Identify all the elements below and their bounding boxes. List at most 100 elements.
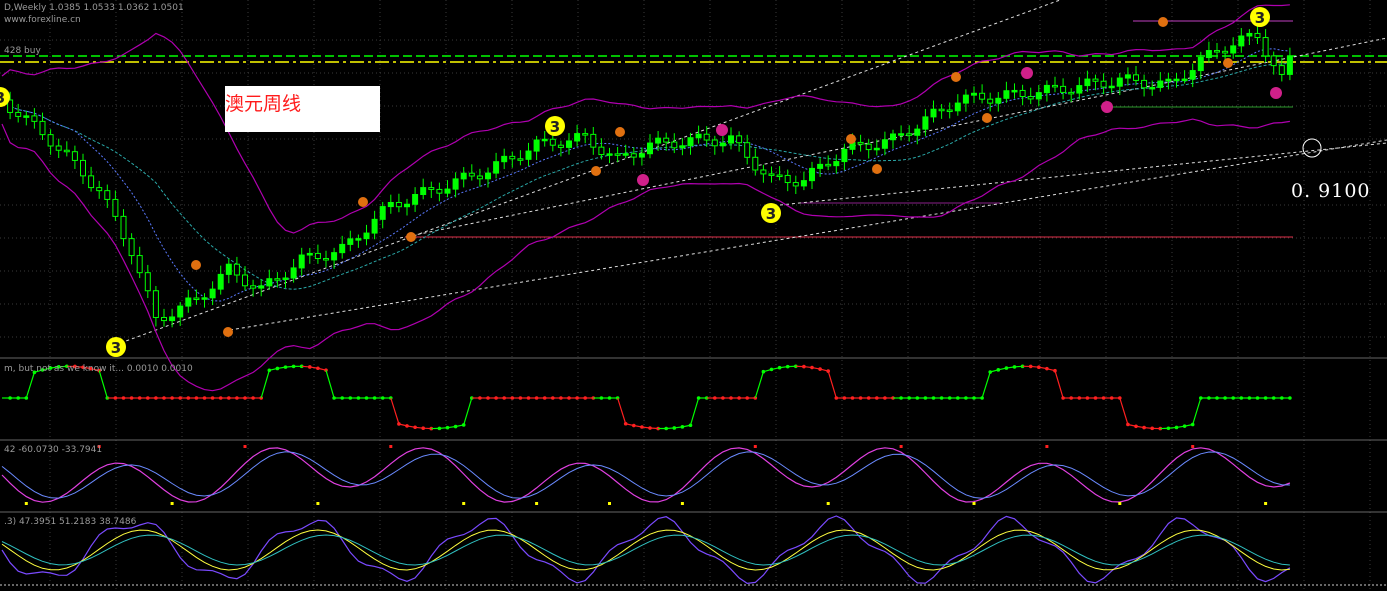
rsi-label: .3) 47.3951 51.2183 38.7486 bbox=[4, 517, 137, 527]
candle-body bbox=[152, 290, 159, 318]
candle-body bbox=[1060, 85, 1067, 93]
candle-body bbox=[557, 144, 564, 148]
candle-body bbox=[31, 115, 38, 122]
candle-body bbox=[752, 156, 759, 171]
wave-label: 3 bbox=[111, 339, 121, 357]
candle-body bbox=[80, 159, 86, 177]
candle-body bbox=[460, 172, 467, 180]
candle-body bbox=[193, 297, 200, 301]
candle-body bbox=[1181, 78, 1188, 82]
candle-body bbox=[938, 108, 945, 112]
candle-body bbox=[744, 142, 751, 158]
oscillator-line bbox=[25, 372, 35, 399]
candle-body bbox=[112, 198, 119, 217]
candle-body bbox=[428, 187, 435, 190]
candle-body bbox=[1133, 74, 1139, 81]
candle-body bbox=[1092, 78, 1099, 82]
candle-body bbox=[711, 139, 718, 147]
oscillator-line bbox=[1119, 397, 1129, 425]
candle-body bbox=[242, 274, 248, 287]
candle-body bbox=[1286, 55, 1293, 75]
oscillator-line bbox=[260, 370, 270, 399]
weekly-chart: 3 3 3 3 3 D,Weekly 1.0385 1.0533 1.0362 1.05… bbox=[0, 0, 1387, 591]
candle-body bbox=[622, 153, 629, 156]
stochastic-signal-dot bbox=[316, 502, 320, 505]
candle-body bbox=[298, 254, 305, 269]
candle-body bbox=[971, 92, 977, 96]
stochastic-signal-dot bbox=[680, 502, 684, 505]
symbol-header: D,Weekly 1.0385 1.0533 1.0362 1.0501 bbox=[4, 3, 184, 13]
swing-marker bbox=[223, 327, 233, 337]
band-upper bbox=[1, 4, 1290, 234]
candle-body bbox=[873, 147, 880, 151]
oscillator-line bbox=[754, 371, 764, 399]
oscillator-label: m, but not as we know it... 0.0010 0.001… bbox=[4, 364, 193, 374]
candle-body bbox=[55, 145, 62, 151]
candle-body bbox=[1141, 79, 1148, 89]
candle-body bbox=[266, 278, 273, 287]
swing-marker bbox=[406, 232, 416, 242]
rsi-line bbox=[1, 515, 1291, 585]
candle-body bbox=[655, 137, 662, 144]
title-box: 澳元周线 bbox=[225, 86, 380, 132]
candle-body bbox=[233, 263, 240, 276]
band-lower bbox=[1, 118, 1290, 392]
candle-body bbox=[679, 145, 686, 149]
oscillator-line bbox=[617, 397, 627, 424]
candle-body bbox=[39, 120, 46, 136]
candle-body bbox=[695, 133, 702, 139]
candle-body bbox=[339, 243, 346, 254]
stochastic-signal-dot bbox=[24, 502, 28, 505]
stochastic-signal bbox=[1, 451, 1290, 499]
candle-body bbox=[1084, 78, 1091, 87]
candle-body bbox=[638, 153, 645, 158]
candle-body bbox=[452, 178, 459, 190]
candle-body bbox=[282, 277, 289, 280]
stochastic-signal-dot bbox=[753, 445, 757, 448]
candle-body bbox=[647, 142, 653, 155]
candle-body bbox=[671, 141, 678, 149]
candle-body bbox=[387, 201, 394, 208]
candle-body bbox=[954, 102, 961, 112]
candle-body bbox=[598, 146, 605, 156]
candle-body bbox=[1278, 65, 1285, 75]
candle-body bbox=[331, 252, 338, 261]
candle-body bbox=[1108, 85, 1115, 89]
wave-label: 3 bbox=[1255, 9, 1265, 27]
oscillator-line bbox=[98, 370, 108, 399]
swing-marker bbox=[872, 164, 882, 174]
oscillator-line bbox=[1054, 370, 1064, 399]
swing-marker bbox=[1101, 101, 1113, 113]
candle-body bbox=[590, 133, 597, 148]
swing-marker bbox=[191, 260, 201, 270]
candle-body bbox=[1205, 50, 1212, 59]
chart-grid bbox=[0, 0, 1387, 591]
level-circle bbox=[1302, 138, 1322, 158]
wave-label: 3 bbox=[0, 89, 5, 107]
candle-body bbox=[314, 252, 321, 260]
candle-body bbox=[1052, 84, 1058, 88]
candle-body bbox=[501, 155, 508, 163]
candle-body bbox=[541, 138, 548, 142]
stochastic-signal-dot bbox=[535, 502, 539, 505]
candle-body bbox=[922, 116, 929, 130]
wave-label: 3 bbox=[766, 205, 776, 223]
stochastic-signal-dot bbox=[462, 502, 466, 505]
candle-body bbox=[468, 172, 475, 177]
candle-body bbox=[1214, 50, 1220, 53]
stochastic-signal-dot bbox=[608, 502, 611, 505]
candle-body bbox=[47, 134, 54, 147]
candle-body bbox=[1238, 35, 1245, 47]
candle-body bbox=[420, 187, 427, 196]
swing-marker bbox=[591, 166, 601, 176]
candle-body bbox=[412, 194, 419, 205]
candle-body bbox=[493, 161, 500, 174]
candle-body bbox=[290, 267, 297, 279]
swing-marker bbox=[982, 113, 992, 123]
swing-marker bbox=[1021, 67, 1033, 79]
candles bbox=[7, 25, 1293, 328]
candle-body bbox=[104, 190, 111, 200]
candle-body bbox=[209, 288, 216, 299]
candle-body bbox=[946, 109, 953, 113]
site-header: www.forexline.cn bbox=[4, 15, 81, 25]
